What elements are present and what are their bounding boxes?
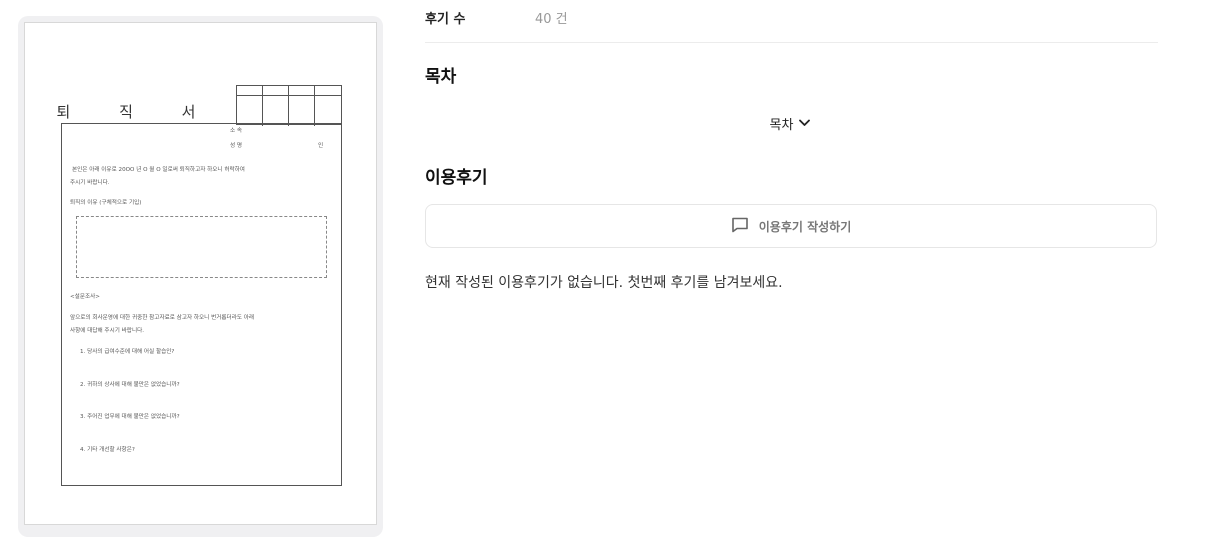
statement-line: 주시기 바랍니다. <box>70 180 110 186</box>
reason-label: 퇴직의 이유 (구체적으로 기입) <box>70 200 142 206</box>
survey-question: 4. 기타 개선할 사항은? <box>80 447 135 453</box>
empty-reviews-message: 현재 작성된 이용후기가 없습니다. 첫번째 후기를 남겨보세요. <box>425 275 783 291</box>
review-count-label: 후기 수 <box>425 12 466 27</box>
review-count-value: 40 건 <box>535 12 568 27</box>
toc-toggle-button[interactable]: 목차 <box>740 112 840 134</box>
approval-cell <box>237 86 263 96</box>
write-review-label: 이용후기 작성하기 <box>758 219 852 234</box>
approval-cell <box>289 86 315 96</box>
survey-question: 1. 당사의 급여수준에 대해 어실 할습인? <box>80 349 175 355</box>
survey-header: <설문조사> <box>70 294 100 300</box>
form-body: 소 속 성 명 인 본인은 아래 이유로 20OO 년 O 월 O 일로써 퇴직… <box>61 123 342 486</box>
document-page: 퇴 직 서 소 속 성 명 인 본인은 아래 이유로 20OO 년 O 월 O … <box>24 22 377 525</box>
review-count-row: 후기 수 40 건 <box>425 6 1158 43</box>
statement-line: 본인은 아래 이유로 20OO 년 O 월 O 일로써 퇴직하고자 하오니 허락… <box>72 167 245 173</box>
survey-intro-line: 사항에 대답해 주시기 바랍니다. <box>70 328 145 334</box>
write-review-button[interactable]: 이용후기 작성하기 <box>425 204 1157 248</box>
document-title: 퇴 직 서 <box>56 103 218 121</box>
survey-question: 3. 주어진 업무에 대해 불만은 없었습니까? <box>80 414 180 420</box>
approval-cell <box>263 96 289 126</box>
seal-label: 인 <box>318 143 324 149</box>
reason-box <box>76 216 327 278</box>
survey-intro-line: 앞으로의 회사운영에 대한 귀중한 참고자료로 삼고자 하오니 번거롭더라도 아… <box>70 315 255 321</box>
approval-cell <box>237 96 263 126</box>
document-preview-card[interactable]: 퇴 직 서 소 속 성 명 인 본인은 아래 이유로 20OO 년 O 월 O … <box>18 16 383 537</box>
approval-grid <box>236 85 342 126</box>
approval-cell <box>263 86 289 96</box>
toc-title: 목차 <box>425 67 457 87</box>
name-label: 성 명 <box>230 143 243 149</box>
approval-cell <box>315 96 341 126</box>
survey-question: 2. 귀하의 상사에 대해 불만은 없었습니까? <box>80 382 180 388</box>
approval-cell <box>289 96 315 126</box>
chevron-down-icon <box>799 116 811 131</box>
approval-cell <box>315 86 341 96</box>
toc-toggle-label: 목차 <box>769 117 794 133</box>
affiliation-label: 소 속 <box>230 128 243 134</box>
comment-icon <box>731 217 749 236</box>
reviews-title: 이용후기 <box>425 168 488 188</box>
